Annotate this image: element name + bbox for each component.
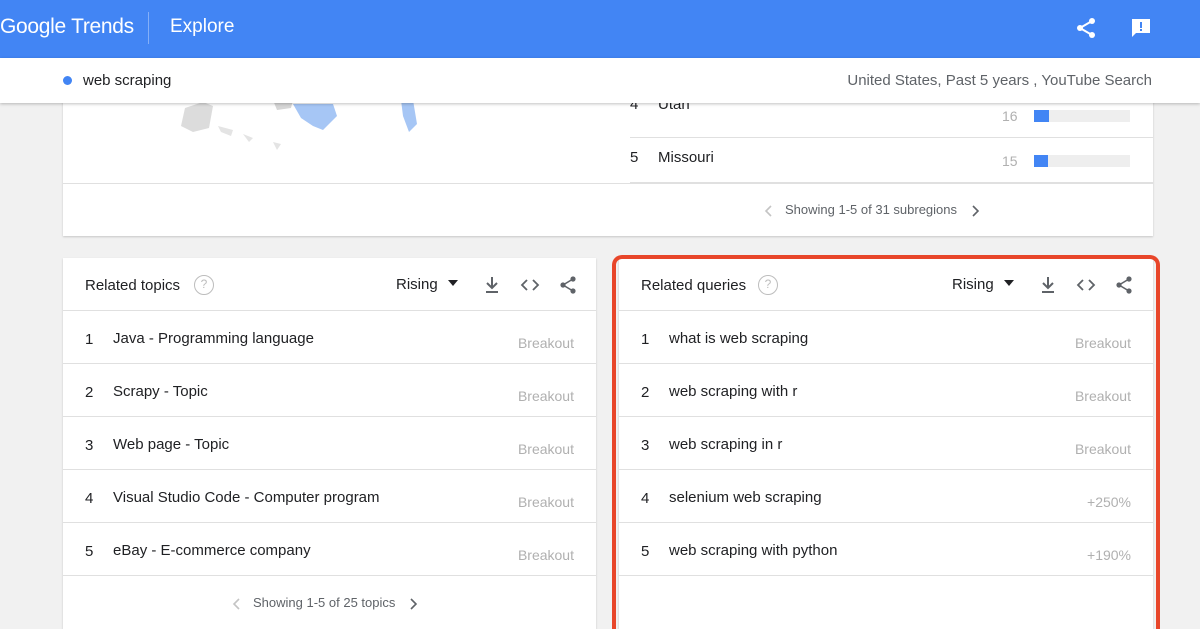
subregion-value: 16 bbox=[1002, 108, 1018, 124]
item-value: Breakout bbox=[517, 494, 574, 510]
search-summary-bar: web scraping United States, Past 5 years… bbox=[0, 58, 1200, 103]
item-label: what is web scraping bbox=[669, 330, 809, 347]
list-item[interactable]: 4 Visual Studio Code - Computer program … bbox=[63, 470, 596, 523]
item-label: eBay - E-commerce company bbox=[113, 542, 311, 559]
list-item[interactable]: 2 Scrapy - Topic Breakout bbox=[63, 364, 596, 417]
search-term[interactable]: web scraping bbox=[83, 72, 171, 89]
panel-header: Related queries ? Rising bbox=[619, 258, 1153, 311]
rank: 2 bbox=[641, 384, 650, 401]
item-value: Breakout bbox=[517, 335, 574, 351]
rank: 5 bbox=[85, 543, 94, 560]
download-icon[interactable] bbox=[1037, 274, 1059, 296]
list-item[interactable]: 4 selenium web scraping +250% bbox=[619, 470, 1153, 523]
rising-dropdown[interactable]: Rising bbox=[396, 276, 458, 293]
subregion-bar bbox=[1034, 155, 1130, 167]
related-topics-panel: Related topics ? Rising 1 Java - Program… bbox=[63, 258, 596, 629]
rising-dropdown[interactable]: Rising bbox=[952, 276, 1014, 293]
rank: 1 bbox=[641, 331, 650, 348]
item-value: Breakout bbox=[517, 388, 574, 404]
rank: 5 bbox=[630, 149, 639, 166]
item-label: web scraping in r bbox=[669, 436, 783, 453]
interest-by-subregion-card: 4 Utah 16 5 Missouri 15 Showing 1-5 of 3… bbox=[63, 86, 1153, 236]
item-value: Breakout bbox=[517, 441, 574, 457]
list-item[interactable]: 5 web scraping with python +190% bbox=[619, 523, 1153, 576]
list-item[interactable]: 1 Java - Programming language Breakout bbox=[63, 311, 596, 364]
panel-header: Related topics ? Rising bbox=[63, 258, 596, 311]
embed-code-icon[interactable] bbox=[1075, 274, 1097, 296]
term-color-dot bbox=[63, 76, 72, 85]
rank: 3 bbox=[641, 437, 650, 454]
list-item[interactable]: 2 web scraping with r Breakout bbox=[619, 364, 1153, 417]
divider bbox=[63, 183, 1153, 184]
item-value: Breakout bbox=[1074, 388, 1131, 404]
subregion-pager: Showing 1-5 of 31 subregions bbox=[763, 202, 981, 218]
item-label: Scrapy - Topic bbox=[113, 383, 208, 400]
pager-label: Showing 1-5 of 25 topics bbox=[253, 595, 396, 610]
more-vert-icon[interactable] bbox=[1190, 16, 1200, 40]
item-label: Visual Studio Code - Computer program bbox=[113, 489, 380, 506]
item-label: Java - Programming language bbox=[113, 330, 314, 347]
feedback-icon[interactable] bbox=[1129, 16, 1153, 40]
subregion-value: 15 bbox=[1002, 153, 1018, 169]
subregion-name: Missouri bbox=[658, 149, 714, 166]
subregion-bar-fill bbox=[1034, 110, 1050, 122]
subregion-bar-fill bbox=[1034, 155, 1049, 167]
google-trends-logo[interactable]: Google Trends bbox=[0, 15, 134, 39]
rank: 4 bbox=[641, 490, 650, 507]
share-icon[interactable] bbox=[557, 274, 579, 296]
subregion-row[interactable]: 5 Missouri 15 bbox=[630, 131, 1153, 183]
list-item[interactable]: 1 what is web scraping Breakout bbox=[619, 311, 1153, 364]
embed-code-icon[interactable] bbox=[519, 274, 541, 296]
chevron-left-icon[interactable] bbox=[763, 204, 773, 218]
share-icon[interactable] bbox=[1074, 16, 1098, 40]
list-item[interactable]: 5 eBay - E-commerce company Breakout bbox=[63, 523, 596, 576]
list-item[interactable]: 3 Web page - Topic Breakout bbox=[63, 417, 596, 470]
rank: 2 bbox=[85, 384, 94, 401]
item-value: Breakout bbox=[1074, 441, 1131, 457]
chevron-left-icon[interactable] bbox=[231, 597, 241, 611]
divider bbox=[148, 12, 149, 44]
item-label: Web page - Topic bbox=[113, 436, 230, 453]
item-value: +190% bbox=[1087, 547, 1131, 563]
panel-title: Related queries bbox=[641, 277, 747, 294]
panel-title: Related topics bbox=[85, 277, 181, 294]
dropdown-label: Rising bbox=[396, 276, 438, 293]
item-value: Breakout bbox=[517, 547, 574, 563]
rank: 3 bbox=[85, 437, 94, 454]
pager-label: Showing 1-5 of 31 subregions bbox=[785, 202, 958, 217]
dropdown-label: Rising bbox=[952, 276, 994, 293]
rank: 1 bbox=[85, 331, 94, 348]
item-label: web scraping with r bbox=[669, 383, 798, 400]
search-filters[interactable]: United States, Past 5 years , YouTube Se… bbox=[847, 72, 1152, 89]
rank: 5 bbox=[641, 543, 650, 560]
chevron-right-icon[interactable] bbox=[409, 597, 419, 611]
app-bar: Google Trends Explore bbox=[0, 0, 1200, 58]
related-queries-panel: Related queries ? Rising 1 what is web s… bbox=[619, 258, 1153, 629]
share-icon[interactable] bbox=[1113, 274, 1135, 296]
list-item[interactable]: 3 web scraping in r Breakout bbox=[619, 417, 1153, 470]
item-value: Breakout bbox=[1074, 335, 1131, 351]
item-label: web scraping with python bbox=[669, 542, 838, 559]
topics-pager: Showing 1-5 of 25 topics bbox=[231, 595, 419, 611]
item-value: +250% bbox=[1087, 494, 1131, 510]
help-icon[interactable]: ? bbox=[194, 275, 214, 295]
caret-down-icon bbox=[1003, 280, 1014, 287]
item-label: selenium web scraping bbox=[669, 489, 822, 506]
page-title: Explore bbox=[170, 16, 235, 37]
help-icon[interactable]: ? bbox=[758, 275, 778, 295]
subregion-bar bbox=[1034, 110, 1130, 122]
chevron-right-icon[interactable] bbox=[971, 204, 981, 218]
download-icon[interactable] bbox=[481, 274, 503, 296]
caret-down-icon bbox=[447, 280, 458, 287]
rank: 4 bbox=[85, 490, 94, 507]
